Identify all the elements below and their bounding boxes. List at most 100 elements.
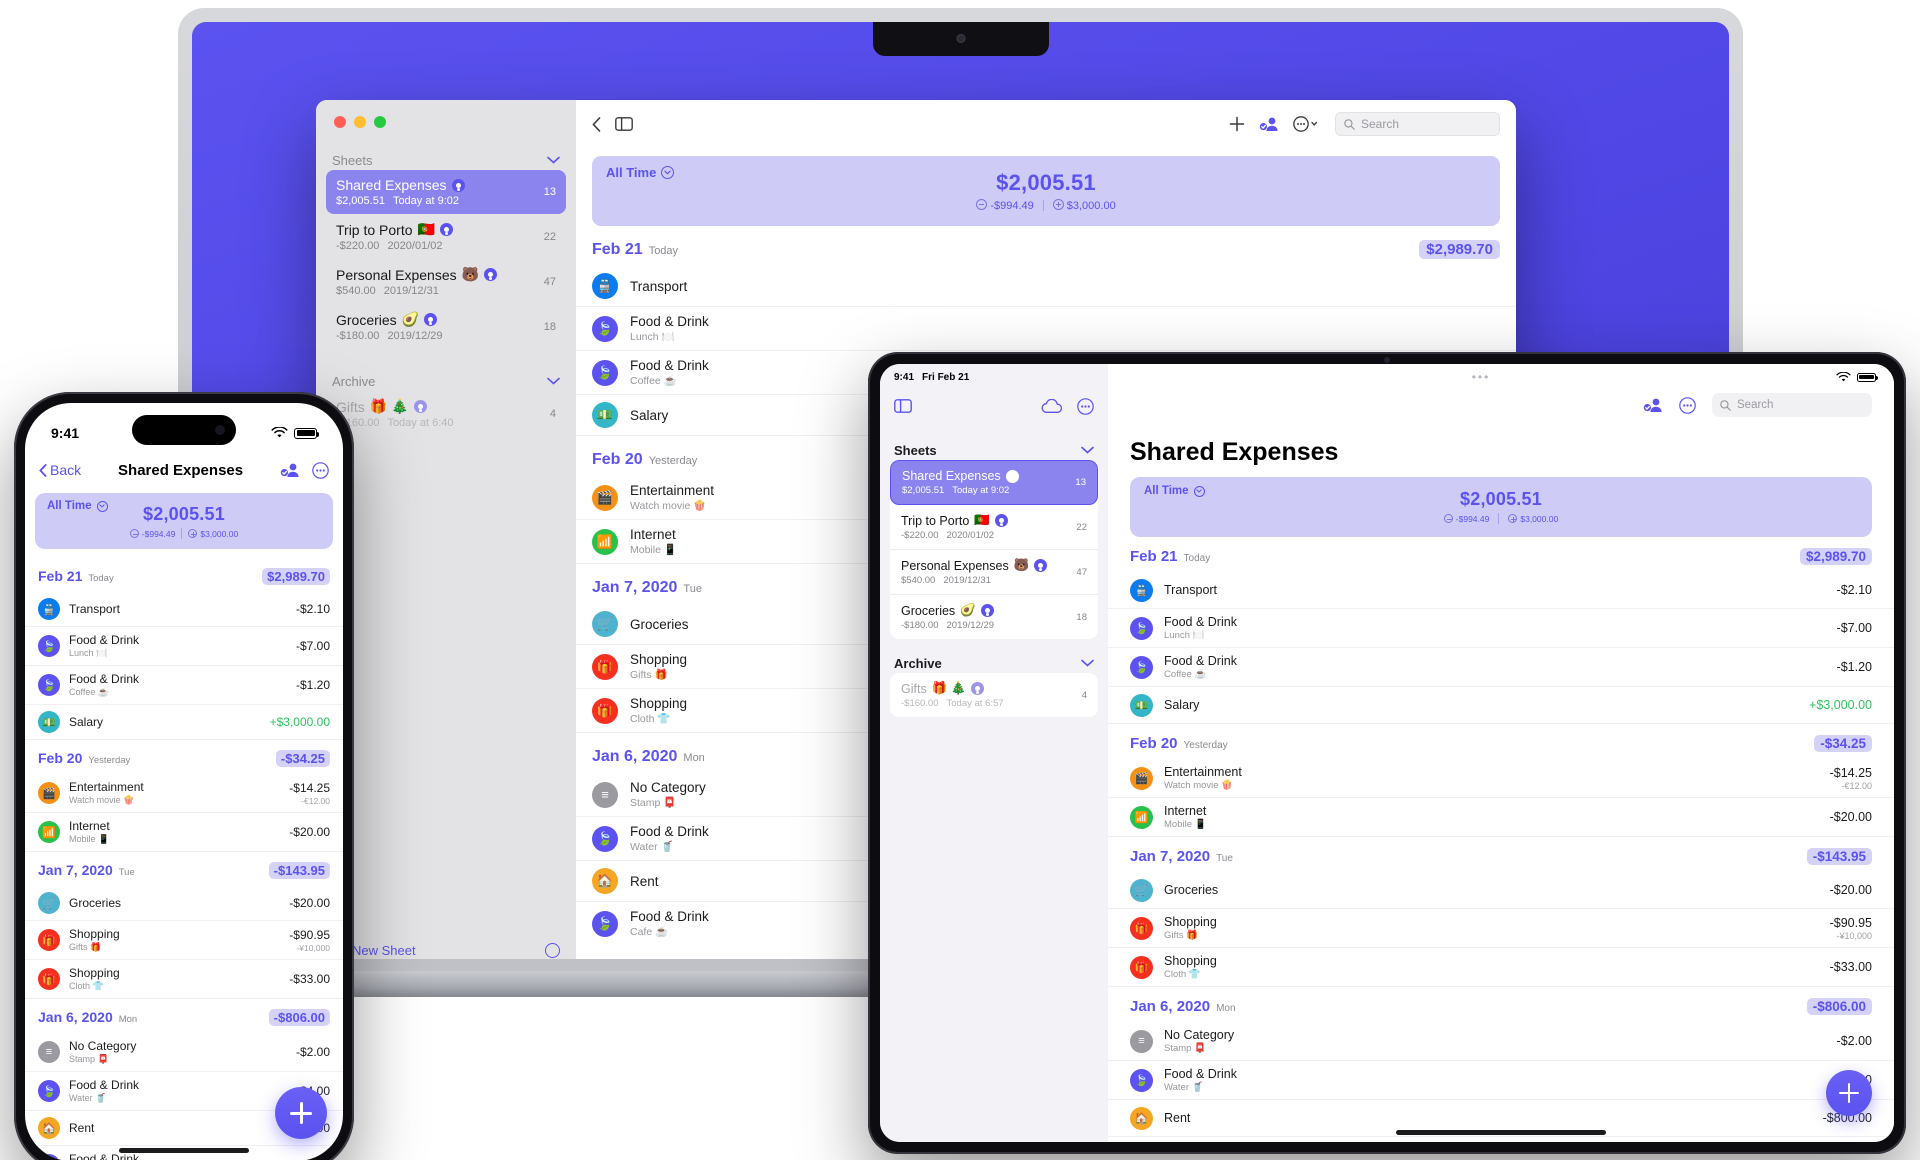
transaction-row[interactable]: 🚆 Transport	[576, 266, 1516, 307]
sidebar-item-gifts[interactable]: Gifts 🎁 🎄 -$160.00 Today at 6:40 4	[326, 391, 566, 436]
transaction-row[interactable]: 🍃 Food & Drink Lunch 🍽️ -$7.00	[25, 627, 343, 666]
transaction-row[interactable]: 📶 Internet Mobile 📱 -$20.00	[1108, 798, 1894, 837]
transaction-row[interactable]: 💵 Salary +$3,000.00	[1108, 687, 1894, 724]
wifi-icon	[1836, 371, 1851, 381]
window-traffic-lights[interactable]	[316, 100, 576, 128]
chevron-down-icon[interactable]	[1081, 446, 1094, 454]
archive-section-label: Archive	[332, 373, 376, 389]
shared-person-icon	[424, 313, 438, 326]
status-date: Fri Feb 21	[922, 371, 970, 383]
transaction-row[interactable]: 🎬 Entertainment Watch movie 🍿 -$14.25 -€12.0…	[25, 774, 343, 813]
transaction-note: Coffee ☕	[1164, 669, 1207, 680]
more-options-icon[interactable]	[312, 461, 329, 479]
macbook-notch	[872, 22, 1049, 56]
chevron-down-icon[interactable]	[1081, 659, 1094, 667]
transaction-row[interactable]: 🎁 Shopping Gifts 🎁 -$90.95 -¥10,000	[1108, 909, 1894, 948]
transaction-row[interactable]: 🎬 Entertainment Watch movie 🍿 -$14.25 -€12.0…	[1108, 759, 1894, 798]
sheet-date: 2020/01/02	[946, 530, 995, 541]
add-transaction-button[interactable]	[275, 1087, 327, 1139]
transaction-row[interactable]: 🍃 Food & Drink Lunch 🍽️	[576, 307, 1516, 351]
share-people-icon[interactable]	[280, 462, 300, 478]
search-input[interactable]: Search	[1712, 393, 1872, 417]
transaction-row[interactable]: 🛒 Groceries -$20.00	[25, 886, 343, 921]
add-transaction-button[interactable]	[1826, 1070, 1872, 1116]
sidebar-item-shared-expenses[interactable]: Shared Expenses $2,005.51 Today at 9:02 …	[326, 170, 566, 214]
salary-icon: 💵	[1130, 693, 1153, 717]
zoom-icon[interactable]	[374, 116, 386, 128]
sidebar-item-personal-expenses[interactable]: Personal Expenses 🐻 $540.00 2019/12/31 4…	[890, 550, 1098, 595]
transaction-row[interactable]: 🍃 Food & Drink Coffee ☕ -$1.20	[25, 666, 343, 705]
day-total: $2,989.70	[262, 568, 330, 585]
cloud-sync-icon[interactable]	[1041, 398, 1063, 414]
transaction-amount: -$33.00	[289, 972, 330, 986]
sidebar-section-sheets[interactable]: Sheets	[880, 440, 1108, 460]
transaction-amount: -$2.10	[295, 602, 330, 616]
home-indicator	[119, 1148, 249, 1153]
back-button[interactable]: Back	[39, 462, 81, 478]
sheets-section-label: Sheets	[332, 152, 373, 168]
transaction-note: Mobile 📱	[69, 834, 110, 844]
transaction-row[interactable]: 🍃 Food & Drink Lunch 🍽️ -$7.00	[1108, 609, 1894, 648]
transaction-row[interactable]: 🚆 Transport -$2.10	[25, 592, 343, 627]
transaction-category: Food & Drink	[69, 633, 140, 647]
chevron-down-icon[interactable]	[547, 156, 560, 164]
transaction-row[interactable]: 🍃Food & DrinkCafe ☕-$0.00	[1108, 1137, 1894, 1142]
share-people-icon[interactable]	[1259, 116, 1279, 132]
sidebar-item-groceries[interactable]: Groceries 🥑 -$180.00 2019/12/29 18	[890, 595, 1098, 639]
iphone-summary-card: All Time $2,005.51 -$994.49 $3,000.00	[35, 493, 333, 549]
transaction-row[interactable]: 🎁 Shopping Cloth 👕 -$33.00	[1108, 948, 1894, 987]
transaction-row[interactable]: 💵 Salary +$3,000.00	[25, 705, 343, 740]
more-options-icon[interactable]	[1679, 396, 1696, 414]
battery-icon	[294, 427, 320, 439]
entertainment-icon: 🎬	[38, 782, 60, 804]
summary-income: $3,000.00	[1508, 513, 1558, 524]
sidebar-item-trip-to-porto[interactable]: Trip to Porto 🇵🇹 -$220.00 2020/01/02 22	[326, 214, 566, 259]
transaction-category: Food & Drink	[69, 1078, 140, 1092]
transaction-row[interactable]: 🎁 Shopping Cloth 👕 -$33.00	[25, 960, 343, 999]
close-icon[interactable]	[334, 116, 346, 128]
food-drink-icon: 🍃	[592, 825, 618, 852]
shopping-icon: 🎁	[1130, 955, 1153, 979]
transaction-row[interactable]: 🍃 Food & Drink Coffee ☕ -$1.20	[1108, 648, 1894, 687]
sidebar-item-personal-expenses[interactable]: Personal Expenses 🐻 $540.00 2019/12/31 4…	[326, 259, 566, 304]
weekday-label: Mon	[118, 1014, 138, 1025]
sidebar-section-archive[interactable]: Archive	[880, 653, 1108, 673]
page-title: Shared Expenses	[118, 461, 244, 479]
transport-icon: 🚆	[1130, 578, 1153, 602]
search-input[interactable]: Search	[1335, 112, 1500, 136]
sheet-amount: -$180.00	[336, 330, 380, 342]
transaction-row[interactable]: 🎁 Shopping Gifts 🎁 -$90.95 -¥10,000	[25, 921, 343, 960]
sidebar-item-shared-expenses[interactable]: Shared Expenses $2,005.51 Today at 9:02 …	[890, 460, 1098, 505]
minimize-icon[interactable]	[354, 116, 366, 128]
sidebar-section-sheets[interactable]: Sheets	[316, 150, 576, 170]
sidebar-section-archive[interactable]: Archive	[316, 371, 576, 391]
transaction-row[interactable]: 🍃Food & DrinkWater 🥤-$4.00	[1108, 1061, 1894, 1100]
food-drink-icon: 🍃	[38, 1080, 60, 1102]
more-options-icon[interactable]	[1077, 397, 1094, 415]
transaction-category: Groceries	[1164, 883, 1219, 897]
day-group-header: Feb 21 Today $2,989.70	[576, 226, 1516, 266]
mac-summary-card: All Time $2,005.51 -$994.49 $3,000.00	[592, 156, 1500, 226]
sync-circle-icon[interactable]	[545, 942, 560, 958]
internet-icon: 📶	[1130, 805, 1153, 829]
transaction-row[interactable]: 🚆 Transport -$2.10	[1108, 572, 1894, 609]
transaction-row[interactable]: 🛒 Groceries -$20.00	[1108, 872, 1894, 909]
multitasking-handle-icon[interactable]: •••	[1472, 370, 1491, 384]
shared-person-icon	[994, 514, 1008, 527]
sidebar-item-groceries[interactable]: Groceries 🥑 -$180.00 2019/12/29 18	[326, 304, 566, 349]
more-options-icon[interactable]	[1293, 116, 1321, 132]
add-transaction-icon[interactable]	[1229, 116, 1245, 132]
camera-icon	[956, 34, 965, 43]
transaction-row[interactable]: ≡ No Category Stamp 📮 -$2.00	[25, 1033, 343, 1072]
sidebar-item-gifts[interactable]: Gifts 🎁 🎄 -$160.00 Today at 6:57 4	[890, 673, 1098, 717]
back-icon[interactable]	[592, 116, 601, 132]
sidebar-toggle-icon[interactable]	[894, 399, 912, 413]
sidebar-toggle-icon[interactable]	[615, 117, 633, 131]
chevron-down-icon[interactable]	[547, 377, 560, 385]
sidebar-item-trip-to-porto[interactable]: Trip to Porto 🇵🇹 -$220.00 2020/01/02 22	[890, 505, 1098, 550]
weekday-label: Today	[1183, 553, 1211, 564]
transaction-row[interactable]: 📶 Internet Mobile 📱 -$20.00	[25, 813, 343, 852]
sheet-amount: -$220.00	[336, 240, 380, 252]
share-people-icon[interactable]	[1643, 397, 1663, 413]
transaction-row[interactable]: ≡ No Category Stamp 📮 -$2.00	[1108, 1022, 1894, 1061]
